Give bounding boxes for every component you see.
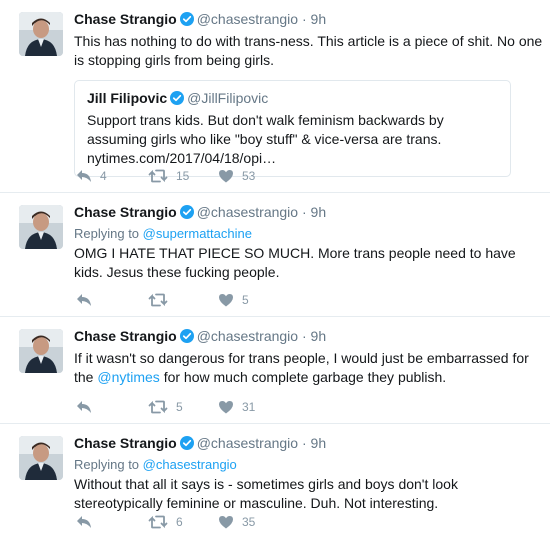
- timestamp[interactable]: 9h: [311, 435, 327, 451]
- tweet[interactable]: Chase Strangio @chasestrangio · 9h Replyi…: [0, 424, 550, 538]
- retweet-icon: [148, 293, 168, 307]
- like-button[interactable]: 5: [218, 293, 249, 307]
- replying-to: Replying to @chasestrangio: [74, 456, 540, 473]
- quoted-author-name: Jill Filipovic: [87, 90, 168, 106]
- replying-to-label: Replying to: [74, 226, 143, 241]
- retweet-button[interactable]: [148, 293, 218, 307]
- heart-icon: [219, 170, 233, 183]
- tweet-actions: 4 15 53: [76, 166, 255, 186]
- tweet[interactable]: Chase Strangio @chasestrangio · 9h This h…: [0, 0, 550, 193]
- author-handle[interactable]: @chasestrangio: [197, 328, 298, 344]
- reply-button[interactable]: 4: [76, 169, 148, 183]
- quoted-tweet-text: Support trans kids. But don't walk femin…: [87, 112, 444, 166]
- like-count: 31: [242, 400, 256, 414]
- tweet-actions: 6 35: [76, 512, 255, 532]
- quoted-author-handle: @JillFilipovic: [187, 90, 269, 106]
- separator-dot: ·: [301, 435, 307, 451]
- reply-button[interactable]: [76, 400, 148, 414]
- separator-dot: ·: [301, 11, 307, 27]
- mention-link[interactable]: @nytimes: [97, 369, 159, 385]
- like-count: 53: [242, 169, 256, 183]
- retweet-count: 6: [176, 515, 183, 529]
- tweet[interactable]: Chase Strangio @chasestrangio · 9h If it …: [0, 317, 550, 424]
- like-button[interactable]: 35: [218, 515, 255, 529]
- heart-icon: [219, 294, 233, 307]
- reply-button[interactable]: [76, 515, 148, 529]
- avatar[interactable]: [19, 436, 63, 480]
- tweet-text-part: for how much complete garbage they publi…: [159, 369, 447, 385]
- reply-count: 4: [100, 169, 107, 183]
- like-count: 5: [242, 293, 249, 307]
- retweet-count: 15: [176, 169, 190, 183]
- author-handle[interactable]: @chasestrangio: [197, 204, 298, 220]
- reply-icon: [77, 170, 91, 182]
- retweet-icon: [148, 400, 168, 414]
- replying-to: Replying to @supermattachine: [74, 225, 540, 242]
- author-name[interactable]: Chase Strangio: [74, 204, 177, 220]
- retweet-button[interactable]: 5: [148, 400, 218, 414]
- like-button[interactable]: 53: [218, 169, 255, 183]
- separator-dot: ·: [301, 204, 307, 220]
- verified-badge-icon: [170, 91, 185, 109]
- verified-badge-icon: [179, 12, 194, 30]
- retweet-button[interactable]: 15: [148, 169, 218, 183]
- replying-to-label: Replying to: [74, 457, 143, 472]
- tweet-text: If it wasn't so dangerous for trans peop…: [74, 349, 544, 387]
- reply-icon: [77, 294, 91, 306]
- author-handle[interactable]: @chasestrangio: [197, 11, 298, 27]
- author-handle[interactable]: @chasestrangio: [197, 435, 298, 451]
- avatar[interactable]: [19, 12, 63, 56]
- verified-badge-icon: [179, 329, 194, 347]
- verified-badge-icon: [179, 436, 194, 454]
- tweet-feed: Chase Strangio @chasestrangio · 9h This h…: [0, 0, 550, 538]
- tweet-actions: 5: [76, 290, 249, 310]
- avatar[interactable]: [19, 329, 63, 373]
- author-name[interactable]: Chase Strangio: [74, 11, 177, 27]
- heart-icon: [219, 401, 233, 414]
- like-count: 35: [242, 515, 256, 529]
- separator-dot: ·: [301, 328, 307, 344]
- retweet-icon: [148, 169, 168, 183]
- reply-icon: [77, 401, 91, 413]
- tweet-actions: 5 31: [76, 397, 255, 417]
- quoted-tweet[interactable]: Jill Filipovic @JillFilipovic Support tra…: [74, 80, 511, 177]
- tweet-text: Without that all it says is - sometimes …: [74, 476, 458, 511]
- retweet-count: 5: [176, 400, 183, 414]
- author-name[interactable]: Chase Strangio: [74, 328, 177, 344]
- reply-button[interactable]: [76, 293, 148, 307]
- reply-icon: [77, 516, 91, 528]
- retweet-button[interactable]: 6: [148, 515, 218, 529]
- timestamp[interactable]: 9h: [311, 11, 327, 27]
- replying-to-link[interactable]: @supermattachine: [143, 226, 252, 241]
- replying-to-link[interactable]: @chasestrangio: [143, 457, 237, 472]
- timestamp[interactable]: 9h: [311, 328, 327, 344]
- heart-icon: [219, 516, 233, 529]
- verified-badge-icon: [179, 205, 194, 223]
- avatar[interactable]: [19, 205, 63, 249]
- timestamp[interactable]: 9h: [311, 204, 327, 220]
- tweet-text: OMG I HATE THAT PIECE SO MUCH. More tran…: [74, 245, 516, 280]
- author-name[interactable]: Chase Strangio: [74, 435, 177, 451]
- like-button[interactable]: 31: [218, 400, 255, 414]
- tweet-text: This has nothing to do with trans-ness. …: [74, 33, 543, 68]
- retweet-icon: [148, 515, 168, 529]
- tweet[interactable]: Chase Strangio @chasestrangio · 9h Replyi…: [0, 193, 550, 317]
